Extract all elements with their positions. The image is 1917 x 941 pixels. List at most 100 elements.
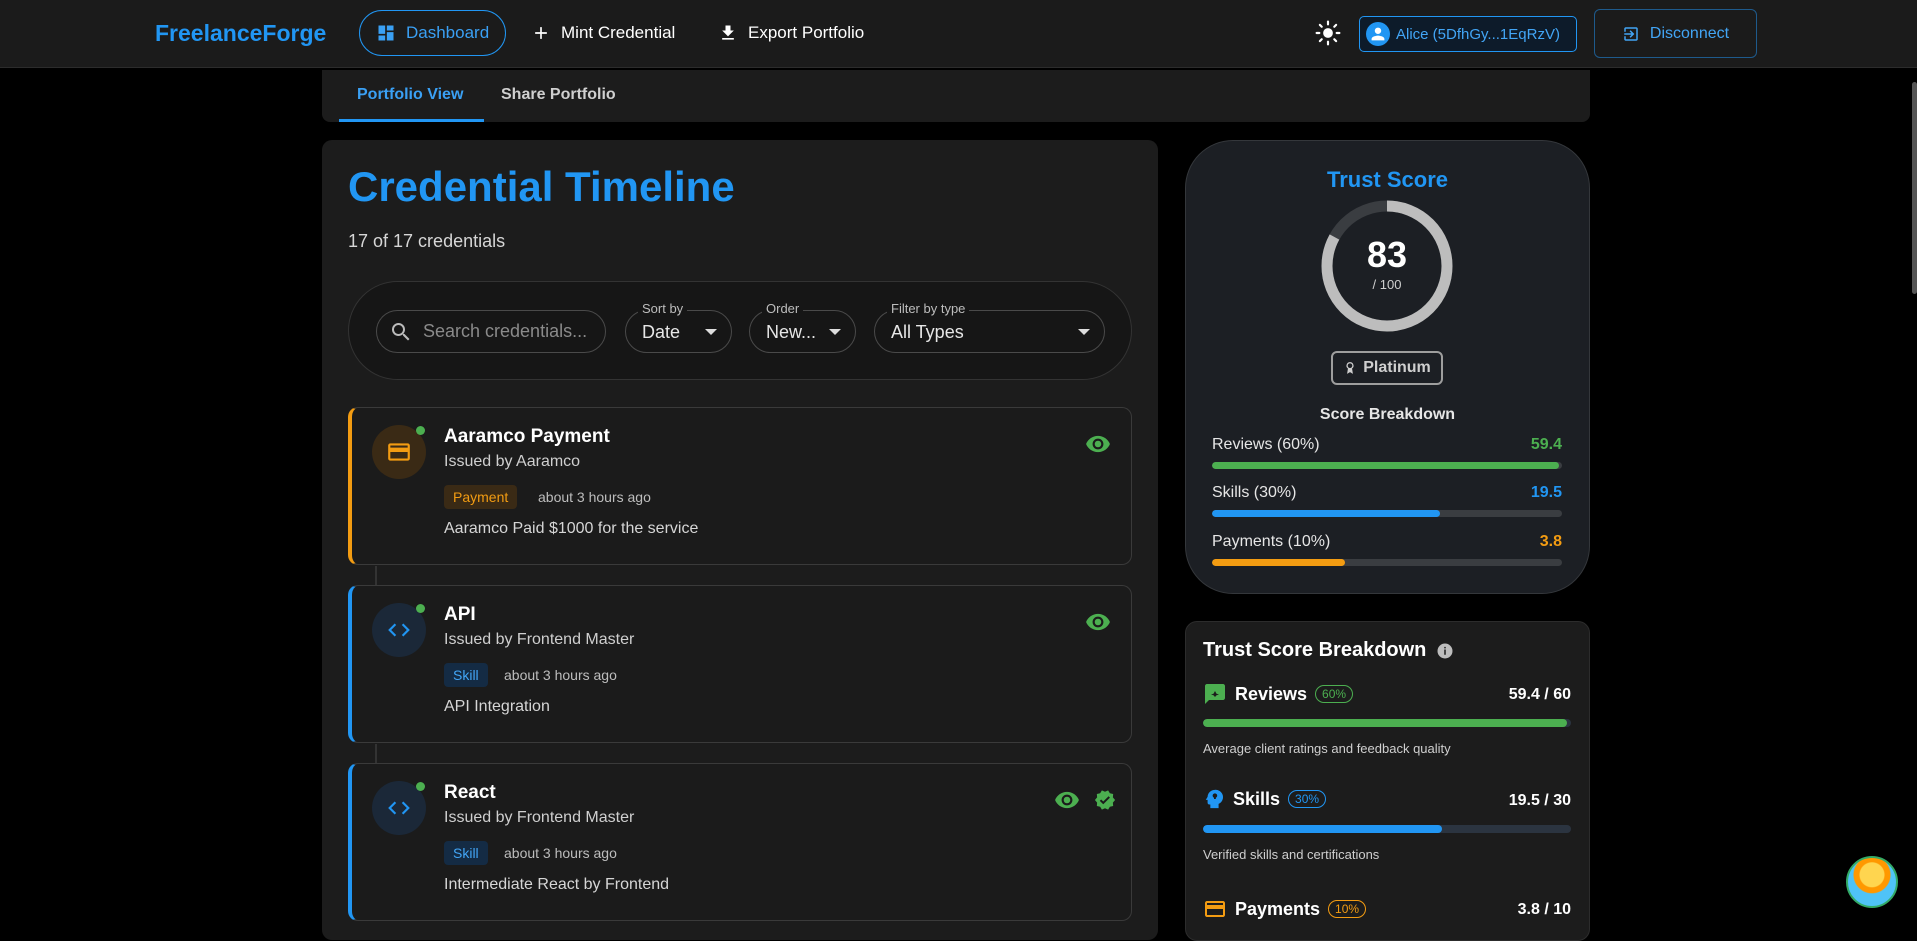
visibility-icon[interactable] bbox=[1085, 431, 1111, 457]
tier-badge: Platinum bbox=[1331, 351, 1443, 385]
trust-score-value: 83 bbox=[1366, 234, 1408, 275]
timeline-connector bbox=[375, 566, 377, 586]
page-title: Credential Timeline bbox=[348, 163, 735, 210]
credential-description: API Integration bbox=[444, 698, 550, 715]
dashboard-nav-label: Dashboard bbox=[406, 23, 490, 42]
wallet-account-chip[interactable]: Alice (5DfhGy...1EqRzV) bbox=[1359, 16, 1577, 52]
credential-description: Aaramco Paid $1000 for the service bbox=[444, 520, 699, 537]
assistant-avatar-button[interactable] bbox=[1846, 856, 1898, 908]
active-tab-indicator bbox=[339, 119, 484, 122]
breakdown-row-fill bbox=[1203, 825, 1443, 833]
page-scrollbar[interactable] bbox=[1912, 82, 1917, 294]
credential-type-badge: Skill bbox=[444, 663, 488, 687]
search-placeholder: Search credentials... bbox=[423, 321, 588, 341]
order-label: Order bbox=[762, 301, 804, 316]
account-avatar-icon bbox=[1366, 22, 1390, 46]
trust-score-title: Trust Score bbox=[1326, 167, 1449, 192]
score-breakdown-title: Score Breakdown bbox=[1319, 406, 1456, 423]
visibility-icon[interactable] bbox=[1085, 609, 1111, 635]
breakdown-row-label: Skills bbox=[1233, 788, 1281, 809]
credential-timestamp: about 3 hours ago bbox=[538, 489, 651, 505]
score-breakdown-value: 19.5 bbox=[1530, 484, 1562, 501]
credential-card[interactable]: React Issued by Frontend Master Skill ab… bbox=[348, 763, 1132, 921]
score-breakdown-label: Payments (10%) bbox=[1212, 533, 1331, 550]
tab-portfolio-view[interactable]: Portfolio View bbox=[357, 86, 463, 104]
filter-type-label: Filter by type bbox=[887, 301, 970, 316]
mint-credential-label: Mint Credential bbox=[561, 23, 676, 42]
search-icon bbox=[392, 322, 410, 340]
mint-credential-button[interactable]: Mint Credential bbox=[515, 10, 691, 56]
score-breakdown-value: 59.4 bbox=[1530, 436, 1562, 453]
breakdown-row-head: Payments 10% bbox=[1203, 897, 1367, 921]
credential-issuer: Issued by Frontend Master bbox=[444, 631, 635, 648]
breakdown-row-track bbox=[1203, 825, 1571, 833]
order-select[interactable]: Order New... bbox=[749, 301, 856, 353]
score-breakdown-track bbox=[1212, 462, 1562, 469]
credential-timestamp: about 3 hours ago bbox=[504, 845, 617, 861]
credential-issuer: Issued by Aaramco bbox=[444, 453, 581, 470]
trust-score-breakdown-card bbox=[1185, 621, 1590, 941]
chevron-down-icon bbox=[829, 329, 841, 335]
breakdown-row-note: Average client ratings and feedback qual… bbox=[1203, 741, 1451, 756]
trust-score-max: / 100 bbox=[1372, 277, 1402, 292]
credential-count: 17 of 17 credentials bbox=[348, 231, 506, 251]
credential-title: API bbox=[444, 604, 476, 625]
score-breakdown-track bbox=[1212, 510, 1562, 517]
credential-type-badge: Payment bbox=[444, 485, 518, 509]
score-breakdown-fill bbox=[1212, 462, 1559, 469]
timeline-connector bbox=[375, 744, 377, 764]
weight-badge: 10% bbox=[1328, 900, 1367, 918]
score-breakdown-label: Skills (30%) bbox=[1212, 484, 1297, 501]
tab-share-portfolio[interactable]: Share Portfolio bbox=[501, 86, 616, 104]
info-icon[interactable] bbox=[1436, 642, 1454, 660]
payment-card-icon bbox=[1205, 901, 1225, 917]
visibility-icon[interactable] bbox=[1054, 787, 1080, 813]
export-portfolio-button[interactable]: Export Portfolio bbox=[702, 10, 880, 56]
breakdown-row-track bbox=[1203, 719, 1571, 727]
export-portfolio-label: Export Portfolio bbox=[748, 23, 865, 42]
trust-score-breakdown-heading: Trust Score Breakdown bbox=[1203, 639, 1427, 661]
order-value: New... bbox=[766, 322, 817, 342]
sort-by-label: Sort by bbox=[638, 301, 688, 316]
score-breakdown-label: Reviews (60%) bbox=[1212, 436, 1320, 453]
trust-score-breakdown-title: Trust Score Breakdown bbox=[1203, 639, 1454, 662]
breakdown-row-label: Reviews bbox=[1235, 683, 1308, 704]
credential-title: Aaramco Payment bbox=[444, 426, 610, 447]
dashboard-icon bbox=[378, 25, 394, 41]
plus-icon bbox=[535, 27, 547, 39]
tier-label: Platinum bbox=[1363, 359, 1431, 376]
download-icon bbox=[722, 25, 734, 40]
skills-icon bbox=[1205, 789, 1224, 809]
credential-card[interactable]: API Issued by Frontend Master Skill abou… bbox=[348, 585, 1132, 743]
credential-description: Intermediate React by Frontend bbox=[444, 876, 670, 893]
light-mode-icon[interactable] bbox=[1315, 20, 1341, 46]
sort-by-select[interactable]: Sort by Date bbox=[625, 301, 732, 353]
brand-logo[interactable]: FreelanceForge bbox=[155, 20, 326, 47]
disconnect-button[interactable]: Disconnect bbox=[1594, 9, 1757, 58]
active-status-dot bbox=[416, 426, 425, 435]
award-icon bbox=[1346, 362, 1354, 374]
weight-badge: 60% bbox=[1315, 685, 1354, 703]
sort-by-value: Date bbox=[642, 322, 681, 342]
breakdown-row-note: Verified skills and certifications bbox=[1203, 847, 1380, 862]
dashboard-nav-button[interactable]: Dashboard bbox=[359, 10, 507, 56]
active-status-dot bbox=[416, 782, 425, 791]
breakdown-row-score: 3.8 / 10 bbox=[1517, 901, 1571, 918]
breakdown-row-label: Payments bbox=[1235, 898, 1321, 919]
credential-title: React bbox=[444, 782, 496, 803]
breakdown-row-head: Skills 30% bbox=[1203, 788, 1327, 810]
breakdown-row-score: 59.4 / 60 bbox=[1508, 686, 1571, 703]
filter-type-value: All Types bbox=[891, 322, 964, 342]
active-status-dot bbox=[416, 604, 425, 613]
verified-icon bbox=[1094, 790, 1116, 810]
logout-icon bbox=[1624, 26, 1638, 41]
filter-type-select[interactable]: Filter by type All Types bbox=[874, 301, 1105, 353]
credential-card[interactable]: Aaramco Payment Issued by Aaramco Paymen… bbox=[348, 407, 1132, 565]
breakdown-row-head: Reviews 60% bbox=[1203, 682, 1354, 706]
disconnect-label: Disconnect bbox=[1649, 24, 1730, 42]
search-input[interactable]: Search credentials... bbox=[376, 310, 606, 353]
weight-badge: 30% bbox=[1288, 790, 1327, 808]
breakdown-row-fill bbox=[1203, 719, 1568, 727]
score-breakdown-fill bbox=[1212, 510, 1440, 517]
chevron-down-icon bbox=[1078, 329, 1090, 335]
